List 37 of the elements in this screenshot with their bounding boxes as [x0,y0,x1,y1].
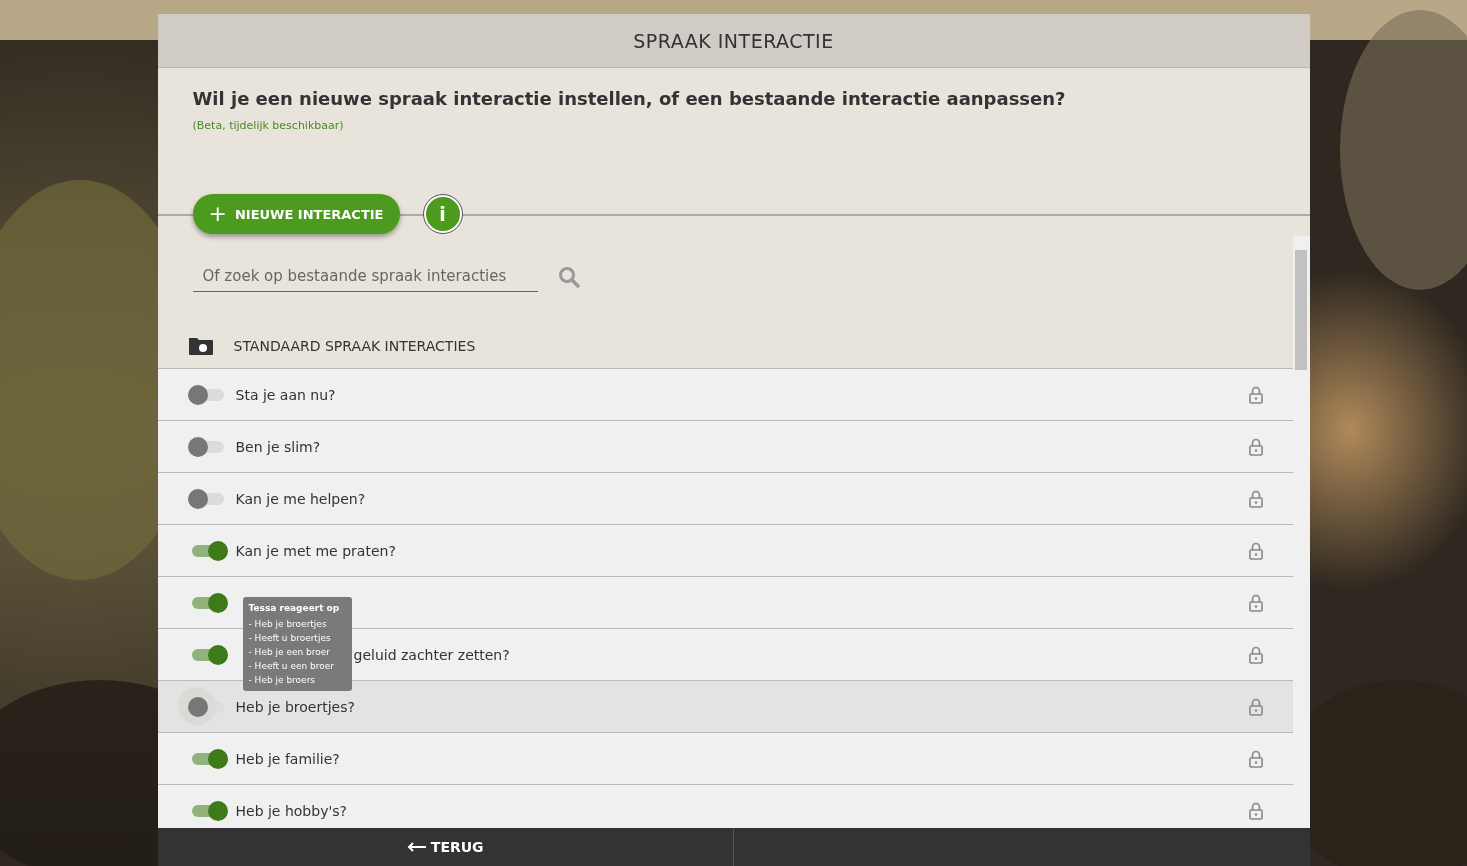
lock-icon [1248,593,1263,612]
lock-icon [1248,801,1263,820]
interaction-row[interactable]: Heb je familie? [157,733,1293,785]
info-button[interactable]: i [423,195,462,233]
interaction-row[interactable]: Kan je met me praten? [157,525,1293,577]
interaction-label: Heb je familie? [235,750,340,767]
new-interaction-button[interactable]: + NIEUWE INTERACTIE [192,194,400,234]
lock-icon [1248,749,1263,768]
search-icon[interactable] [557,265,580,288]
lock-icon [1248,645,1263,664]
lock-icon [1248,697,1263,716]
search-field[interactable]: Of zoek op bestaande spraak interacties [192,261,538,292]
lock-icon [1248,541,1263,560]
question-text: Wil je een nieuwe spraak interactie instellen, of een bestaande interactie aanpassen? [192,88,1067,109]
section-title: STANDAARD SPRAAK INTERACTIES [233,338,476,354]
interaction-label: Heb je broertjes? [235,698,355,715]
back-arrow-icon [406,842,427,852]
interaction-label: Kan je me helpen? [235,490,366,507]
lock-icon [1248,489,1263,508]
beta-note: (Beta, tijdelijk beschikbaar) [192,119,345,132]
back-button[interactable]: TERUG [402,835,488,859]
interaction-label: Sta je aan nu? [235,386,336,403]
interaction-row[interactable]: Ben je slim? [157,421,1293,473]
interaction-row[interactable]: Heb je hobby's? [157,785,1293,828]
interaction-label: Kan je met me praten? [235,542,396,559]
interaction-row[interactable]: Sta je aan nu? [157,369,1293,421]
interaction-row[interactable] [157,577,1293,629]
lock-icon [1248,437,1263,456]
scrollbar[interactable] [1292,236,1310,828]
folder-icon [187,336,214,356]
tooltip: Tessa reageert op - Heb je broertjes - Heeft u broertjes - Heb je een broer - Heeft u een broer - Heb je broers [242,597,352,691]
interaction-row[interactable]: Kan je me helpen? [157,473,1293,525]
interaction-label: geluid zachter zetten? [353,646,510,663]
dialog-title: SPRAAK INTERACTIE [633,29,834,52]
lock-icon [1248,385,1263,404]
interaction-label: Heb je hobby's? [235,802,347,819]
interaction-label: Ben je slim? [235,438,321,455]
